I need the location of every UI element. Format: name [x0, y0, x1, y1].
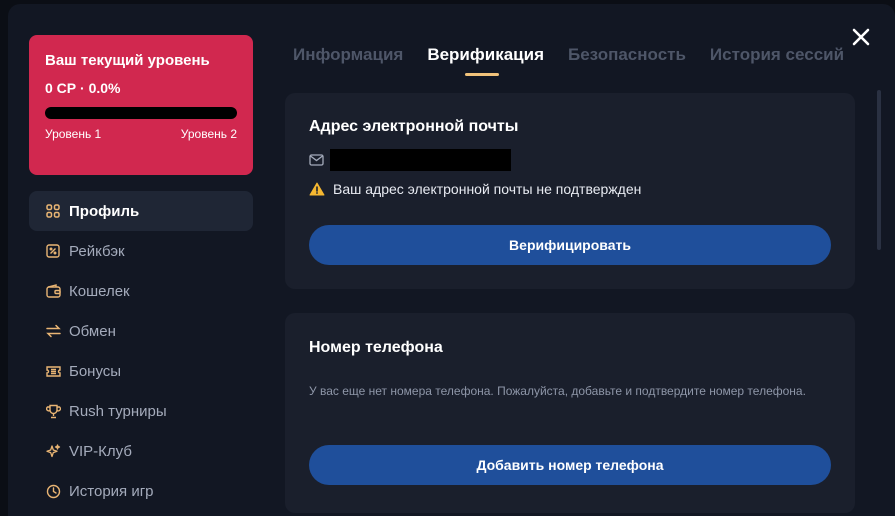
- verify-button[interactable]: Верифицировать: [309, 225, 831, 265]
- next-level-label: Уровень 2: [180, 127, 237, 141]
- sidebar-item-label: Рейкбэк: [69, 242, 125, 260]
- email-row: [309, 149, 511, 171]
- email-warning: Ваш адрес электронной почты не подтвержд…: [309, 181, 641, 197]
- sidebar-item-label: Обмен: [69, 322, 116, 340]
- phone-section-title: Номер телефона: [309, 339, 443, 356]
- sparkle-icon: [45, 443, 61, 459]
- level-card: Ваш текущий уровень 0 СР · 0.0% Уровень …: [29, 35, 253, 175]
- tab-information[interactable]: Информация: [293, 44, 403, 80]
- sidebar-item-label: Профиль: [69, 202, 140, 220]
- scrollbar[interactable]: [877, 90, 881, 490]
- mail-icon: [309, 154, 324, 166]
- level-progress-bar: [45, 107, 237, 119]
- sidebar-item-game-history[interactable]: История игр: [29, 471, 253, 511]
- email-section-title: Адрес электронной почты: [309, 118, 519, 135]
- sidebar-item-wallet[interactable]: Кошелек: [29, 271, 253, 311]
- sidebar-item-vip-club[interactable]: VIP-Клуб: [29, 431, 253, 471]
- scrollbar-thumb[interactable]: [877, 90, 881, 250]
- sidebar-item-bonuses[interactable]: Бонусы: [29, 351, 253, 391]
- phone-description: У вас еще нет номера телефона. Пожалуйст…: [309, 384, 806, 398]
- percent-icon: [45, 243, 61, 259]
- warning-icon: [309, 182, 325, 196]
- tab-security[interactable]: Безопасность: [568, 44, 686, 80]
- phone-card: Номер телефона У вас еще нет номера теле…: [285, 313, 855, 513]
- current-level-label: Уровень 1: [45, 127, 102, 141]
- sidebar-item-rakeback[interactable]: Рейкбэк: [29, 231, 253, 271]
- tab-verification[interactable]: Верификация: [427, 44, 544, 80]
- sidebar-item-exchange[interactable]: Обмен: [29, 311, 253, 351]
- sidebar-item-label: Бонусы: [69, 362, 122, 380]
- ticket-icon: [45, 363, 61, 379]
- sidebar-menu: Профиль Рейкбэк Кошелек Обмен Бонусы Rus…: [29, 191, 253, 511]
- grid-icon: [45, 203, 61, 219]
- add-phone-button[interactable]: Добавить номер телефона: [309, 445, 831, 485]
- email-verification-card: Адрес электронной почты Ваш адрес электр…: [285, 93, 855, 289]
- level-points: 0 СР · 0.0%: [45, 80, 121, 96]
- close-icon: [852, 28, 870, 46]
- wallet-icon: [45, 283, 61, 299]
- level-labels: Уровень 1 Уровень 2: [45, 127, 237, 141]
- trophy-icon: [45, 403, 61, 419]
- sidebar-item-label: История игр: [69, 482, 154, 500]
- level-title: Ваш текущий уровень: [45, 52, 210, 69]
- sidebar-item-profile[interactable]: Профиль: [29, 191, 253, 231]
- sidebar-item-label: VIP-Клуб: [69, 442, 132, 460]
- sidebar-item-label: Кошелек: [69, 282, 130, 300]
- exchange-icon: [45, 323, 61, 339]
- email-warning-text: Ваш адрес электронной почты не подтвержд…: [333, 181, 642, 197]
- close-button[interactable]: [848, 24, 874, 50]
- clock-icon: [45, 483, 61, 499]
- tab-session-history[interactable]: История сессий: [710, 44, 844, 80]
- sidebar-item-rush-tournaments[interactable]: Rush турниры: [29, 391, 253, 431]
- tab-bar: Информация Верификация Безопасность Исто…: [293, 44, 844, 80]
- email-value-redacted: [330, 149, 511, 171]
- sidebar-item-label: Rush турниры: [69, 402, 167, 420]
